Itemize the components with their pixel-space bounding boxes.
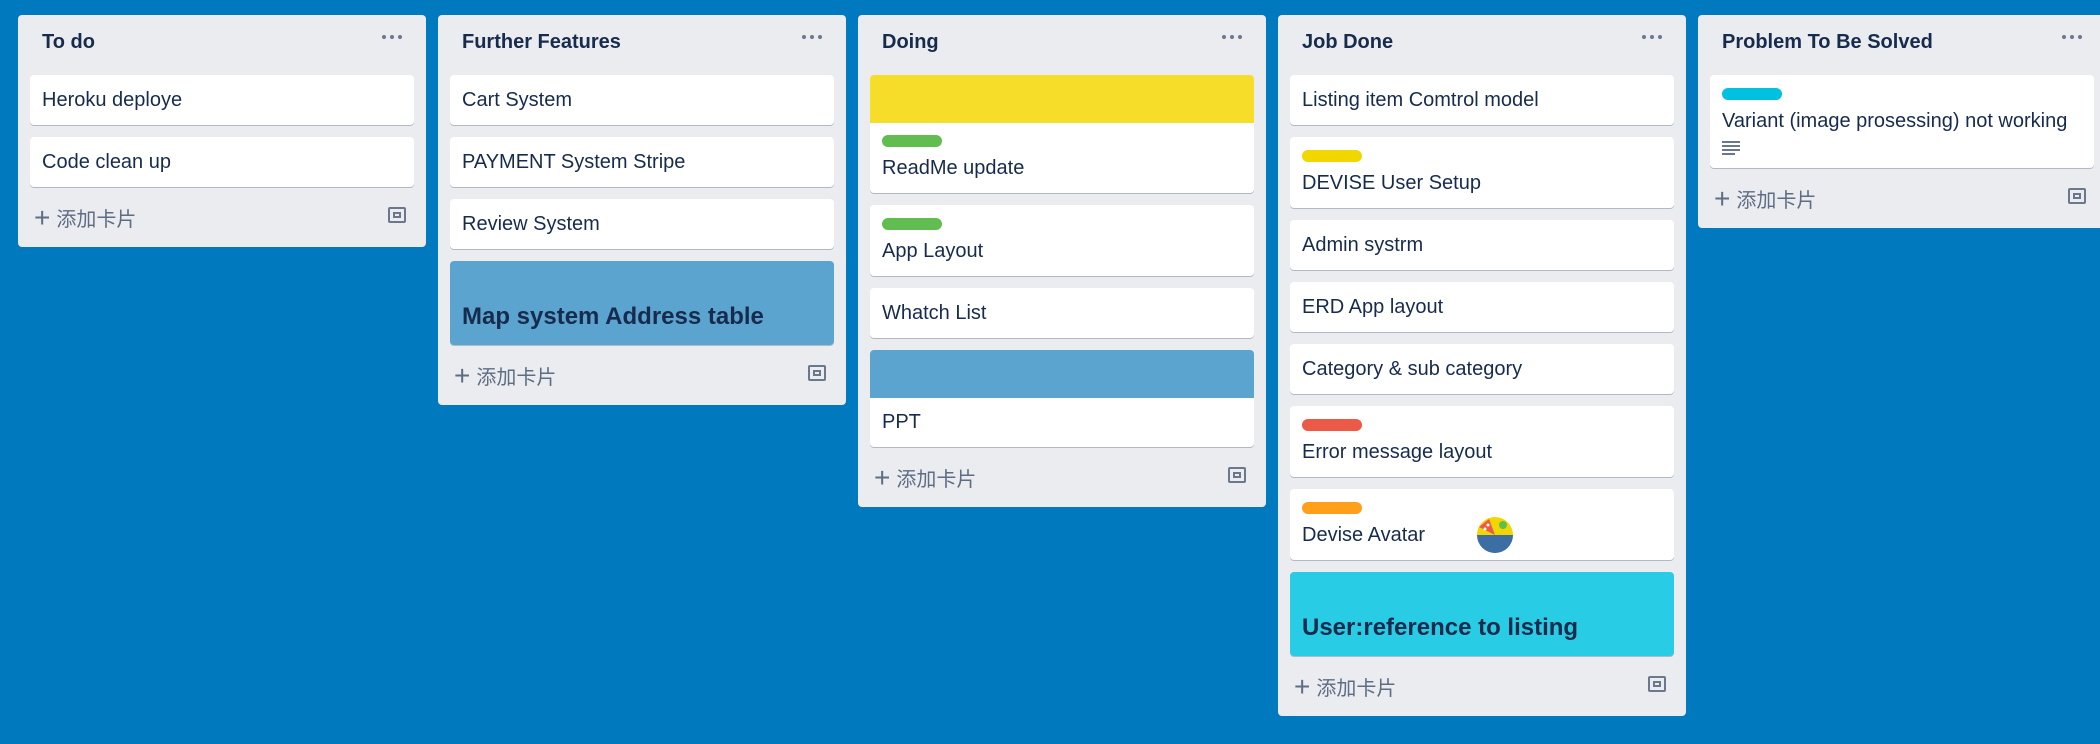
- plus-icon: +: [1294, 670, 1311, 702]
- card-title: PPT: [882, 411, 921, 433]
- plus-icon: +: [34, 201, 51, 233]
- plus-icon: +: [874, 461, 891, 493]
- list-further-features: Further Features Cart System PAYMENT Sys…: [438, 15, 846, 405]
- card-title: Admin systrm: [1302, 234, 1424, 256]
- card[interactable]: Heroku deploye: [30, 75, 414, 125]
- list-title[interactable]: To do: [42, 31, 95, 54]
- card-title: Devise Avatar: [1302, 524, 1426, 546]
- card-template-icon[interactable]: [388, 207, 406, 223]
- card-full-cover[interactable]: User:reference to listing: [1290, 572, 1674, 656]
- list-to-do: To do Heroku deploye Code clean up + 添加卡…: [18, 15, 426, 247]
- card-template-icon[interactable]: [2068, 188, 2086, 204]
- list-title[interactable]: Job Done: [1302, 31, 1393, 54]
- card[interactable]: Variant (image prosessing) not working: [1710, 75, 2094, 168]
- add-card-label: 添加卡片: [1316, 678, 1397, 700]
- list-menu-icon[interactable]: [2056, 25, 2088, 49]
- card-label-red[interactable]: [1302, 419, 1362, 431]
- card-title: User:reference to listing: [1302, 614, 1579, 641]
- list-job-done: Job Done Listing item Comtrol model DEVI…: [1278, 15, 1686, 716]
- card-label-green[interactable]: [882, 135, 942, 147]
- card-title: ReadMe update: [882, 157, 1025, 179]
- list-header: Job Done: [1290, 15, 1674, 75]
- card-title: Variant (image prosessing) not working: [1722, 110, 2068, 132]
- card[interactable]: Code clean up: [30, 137, 414, 187]
- card[interactable]: Review System: [450, 199, 834, 249]
- add-card-label: 添加卡片: [476, 367, 557, 389]
- add-card-label: 添加卡片: [1736, 190, 1817, 212]
- list-title[interactable]: Problem To Be Solved: [1722, 31, 1933, 54]
- add-card-button[interactable]: + 添加卡片: [1714, 184, 1816, 213]
- card[interactable]: Whatch List: [870, 288, 1254, 338]
- card-title: DEVISE User Setup: [1302, 172, 1481, 194]
- card-title: Code clean up: [42, 151, 171, 173]
- card[interactable]: Admin systrm: [1290, 220, 1674, 270]
- list-header: Problem To Be Solved: [1710, 15, 2094, 75]
- card-title: Category & sub category: [1302, 358, 1523, 380]
- add-card-button[interactable]: + 添加卡片: [1294, 672, 1396, 701]
- list-title[interactable]: Further Features: [462, 31, 621, 54]
- card-title: Map system Address table: [462, 303, 764, 330]
- card-title: App Layout: [882, 240, 984, 262]
- card-template-icon[interactable]: [808, 365, 826, 381]
- card[interactable]: Error message layout: [1290, 406, 1674, 477]
- list-doing: Doing ReadMe update App Layout Whatch Li…: [858, 15, 1266, 507]
- card-template-icon[interactable]: [1228, 467, 1246, 483]
- card-label-green[interactable]: [882, 218, 942, 230]
- plus-icon: +: [1714, 182, 1731, 214]
- plus-icon: +: [454, 359, 471, 391]
- card-label-yellow[interactable]: [1302, 150, 1362, 162]
- card[interactable]: ReadMe update: [870, 75, 1254, 193]
- card-title: Listing item Comtrol model: [1302, 89, 1539, 111]
- list-problem-to-be-solved: Problem To Be Solved Variant (image pros…: [1698, 15, 2100, 228]
- list-menu-icon[interactable]: [1636, 25, 1668, 49]
- card-cover: [870, 75, 1254, 123]
- list-header: To do: [30, 15, 414, 75]
- card-title: Error message layout: [1302, 441, 1493, 463]
- card-title: Whatch List: [882, 302, 987, 324]
- list-menu-icon[interactable]: [796, 25, 828, 49]
- card-title: Review System: [462, 213, 600, 235]
- card-label-sky[interactable]: [1722, 88, 1782, 100]
- add-card-button[interactable]: + 添加卡片: [874, 463, 976, 492]
- card[interactable]: PAYMENT System Stripe: [450, 137, 834, 187]
- list-menu-icon[interactable]: [1216, 25, 1248, 49]
- card-title: Cart System: [462, 89, 573, 111]
- card[interactable]: Cart System: [450, 75, 834, 125]
- card-template-icon[interactable]: [1648, 676, 1666, 692]
- board: To do Heroku deploye Code clean up + 添加卡…: [0, 0, 2100, 744]
- card[interactable]: App Layout: [870, 205, 1254, 276]
- description-icon: [1722, 141, 1740, 155]
- card-full-cover[interactable]: Map system Address table: [450, 261, 834, 345]
- card-title: PAYMENT System Stripe: [462, 151, 686, 173]
- list-header: Doing: [870, 15, 1254, 75]
- add-card-button[interactable]: + 添加卡片: [34, 203, 136, 232]
- card[interactable]: ERD App layout: [1290, 282, 1674, 332]
- list-title[interactable]: Doing: [882, 31, 939, 54]
- add-card-button[interactable]: + 添加卡片: [454, 361, 556, 390]
- card-cover: [870, 350, 1254, 398]
- list-menu-icon[interactable]: [376, 25, 408, 49]
- card-title: ERD App layout: [1302, 296, 1444, 318]
- sticker-icon: [1477, 517, 1513, 553]
- card[interactable]: Listing item Comtrol model: [1290, 75, 1674, 125]
- add-card-label: 添加卡片: [56, 209, 137, 231]
- card[interactable]: Category & sub category: [1290, 344, 1674, 394]
- card[interactable]: PPT: [870, 350, 1254, 447]
- card[interactable]: DEVISE User Setup: [1290, 137, 1674, 208]
- card-title: Heroku deploye: [42, 89, 183, 111]
- add-card-label: 添加卡片: [896, 469, 977, 491]
- card-label-orange[interactable]: [1302, 502, 1362, 514]
- list-header: Further Features: [450, 15, 834, 75]
